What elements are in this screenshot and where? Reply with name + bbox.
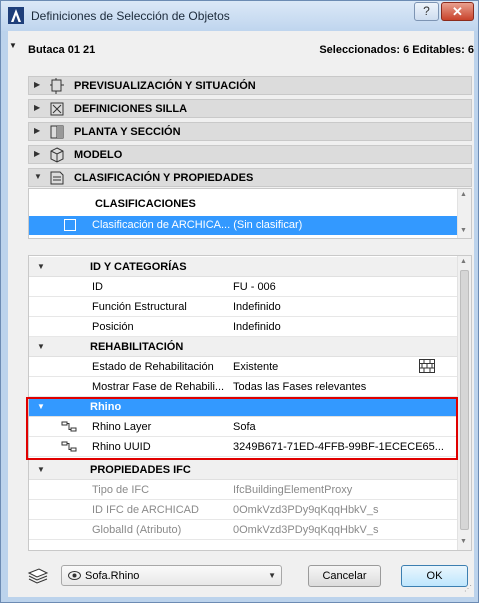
- dialog-window: Definiciones de Selección de Objetos ? ✕…: [0, 0, 479, 603]
- collapse-arrow-icon: ▼: [34, 172, 42, 181]
- property-value: 0OmkVzd3PDy9qKqqHbkV_s: [233, 524, 379, 536]
- resize-grip-icon[interactable]: ⋰: [464, 584, 472, 593]
- group-label: REHABILITACIÓN: [90, 341, 184, 353]
- classification-checkbox[interactable]: [64, 219, 76, 231]
- section-label: PLANTA Y SECCIÓN: [74, 126, 181, 138]
- eye-icon: [68, 571, 81, 580]
- classifications-panel: CLASIFICACIONES Clasificación de ARCHICA…: [28, 188, 472, 239]
- classification-text: Clasificación de ARCHICA... (Sin clasifi…: [92, 219, 303, 231]
- section-label: PREVISUALIZACIÓN Y SITUACIÓN: [74, 80, 256, 92]
- property-value[interactable]: FU - 006: [233, 281, 276, 293]
- property-row[interactable]: Mostrar Fase de Rehabili... Todas las Fa…: [29, 377, 457, 397]
- property-row[interactable]: Posición Indefinido: [29, 317, 457, 337]
- section-label: DEFINICIONES SILLA: [74, 103, 188, 115]
- property-value[interactable]: Todas las Fases relevantes: [233, 381, 366, 393]
- property-row[interactable]: GlobalId (Atributo) 0OmkVzd3PDy9qKqqHbkV…: [29, 520, 457, 540]
- dialog-body: ▼ Butaca 01 21 Seleccionados: 6 Editable…: [8, 31, 474, 597]
- classifications-header: CLASIFICACIONES: [95, 198, 196, 210]
- collapse-arrow-icon: ▼: [37, 465, 45, 474]
- help-button[interactable]: ?: [414, 2, 439, 21]
- section-label: MODELO: [74, 149, 123, 161]
- section-floor-plan[interactable]: ▶ PLANTA Y SECCIÓN: [28, 122, 472, 141]
- expand-arrow-icon: ▶: [34, 103, 41, 112]
- property-row[interactable]: Tipo de IFC IfcBuildingElementProxy: [29, 480, 457, 500]
- scroll-thumb[interactable]: [460, 270, 469, 530]
- classifications-scrollbar[interactable]: ▲ ▼: [457, 189, 471, 238]
- group-label: ID Y CATEGORÍAS: [90, 261, 187, 273]
- rhino-highlight-box: [26, 397, 458, 460]
- property-value[interactable]: Indefinido: [233, 321, 281, 333]
- property-name: Función Estructural: [92, 301, 187, 313]
- property-row[interactable]: Estado de Rehabilitación Existente: [29, 357, 457, 377]
- scroll-down-icon[interactable]: ▼: [460, 538, 467, 545]
- section-preview-position[interactable]: ▶ PREVISUALIZACIÓN Y SITUACIÓN: [28, 76, 472, 95]
- scroll-up-icon[interactable]: ▲: [460, 191, 467, 198]
- dialog-footer: Sofa.Rhino ▼ Cancelar OK ⋰: [8, 561, 474, 595]
- property-name: Posición: [92, 321, 134, 333]
- property-name: ID IFC de ARCHICAD: [92, 504, 199, 516]
- chevron-down-icon: ▼: [268, 571, 276, 580]
- close-button[interactable]: ✕: [441, 2, 474, 21]
- collapse-arrow-icon: ▼: [37, 262, 45, 271]
- section-chair-settings[interactable]: ▶ DEFINICIONES SILLA: [28, 99, 472, 118]
- collapse-header-toggle-icon[interactable]: ▼: [9, 41, 17, 50]
- renovation-status-icon[interactable]: [419, 359, 435, 373]
- property-value: IfcBuildingElementProxy: [233, 484, 353, 496]
- section-model[interactable]: ▶ MODELO: [28, 145, 472, 164]
- classification-icon: [50, 171, 64, 185]
- model-cube-icon: [50, 147, 64, 163]
- property-name: Tipo de IFC: [92, 484, 150, 496]
- group-label: PROPIEDADES IFC: [90, 464, 191, 476]
- property-value: 0OmkVzd3PDy9qKqqHbkV_s: [233, 504, 379, 516]
- classification-row[interactable]: Clasificación de ARCHICA... (Sin clasifi…: [29, 216, 457, 235]
- property-value[interactable]: Existente: [233, 361, 278, 373]
- library-layers-icon[interactable]: [27, 567, 49, 585]
- expand-arrow-icon: ▶: [34, 80, 41, 89]
- scroll-up-icon[interactable]: ▲: [460, 258, 467, 265]
- expand-arrow-icon: ▶: [34, 149, 41, 158]
- cancel-button[interactable]: Cancelar: [308, 565, 381, 587]
- group-id-categories[interactable]: ▼ ID Y CATEGORÍAS: [29, 257, 457, 277]
- floor-plan-icon: [50, 125, 64, 139]
- collapse-arrow-icon: ▼: [37, 342, 45, 351]
- window-title: Definiciones de Selección de Objetos: [31, 9, 230, 23]
- title-bar[interactable]: Definiciones de Selección de Objetos ? ✕: [1, 1, 478, 31]
- property-value[interactable]: Indefinido: [233, 301, 281, 313]
- chair-settings-icon: [50, 102, 64, 116]
- property-name: Estado de Rehabilitación: [92, 361, 214, 373]
- group-renovation[interactable]: ▼ REHABILITACIÓN: [29, 337, 457, 357]
- section-label: CLASIFICACIÓN Y PROPIEDADES: [74, 172, 254, 184]
- property-name: ID: [92, 281, 103, 293]
- preview-position-icon: [50, 78, 64, 94]
- ok-button[interactable]: OK: [401, 565, 468, 587]
- properties-scrollbar[interactable]: ▲ ▼: [457, 256, 471, 550]
- property-row[interactable]: ID FU - 006: [29, 277, 457, 297]
- section-classification[interactable]: ▼ CLASIFICACIÓN Y PROPIEDADES: [28, 168, 472, 187]
- object-name: Butaca 01 21: [28, 44, 96, 56]
- scroll-down-icon[interactable]: ▼: [460, 227, 467, 234]
- property-row[interactable]: Función Estructural Indefinido: [29, 297, 457, 317]
- property-name: Mostrar Fase de Rehabili...: [92, 381, 225, 393]
- archicad-app-icon: [8, 7, 24, 24]
- property-row[interactable]: ID IFC de ARCHICAD 0OmkVzd3PDy9qKqqHbkV_…: [29, 500, 457, 520]
- library-part-value: Sofa.Rhino: [85, 570, 140, 582]
- group-ifc-properties[interactable]: ▼ PROPIEDADES IFC: [29, 460, 457, 480]
- property-name: GlobalId (Atributo): [92, 524, 182, 536]
- library-part-select[interactable]: Sofa.Rhino ▼: [61, 565, 282, 586]
- expand-arrow-icon: ▶: [34, 126, 41, 135]
- selection-info: Seleccionados: 6 Editables: 6: [319, 44, 474, 56]
